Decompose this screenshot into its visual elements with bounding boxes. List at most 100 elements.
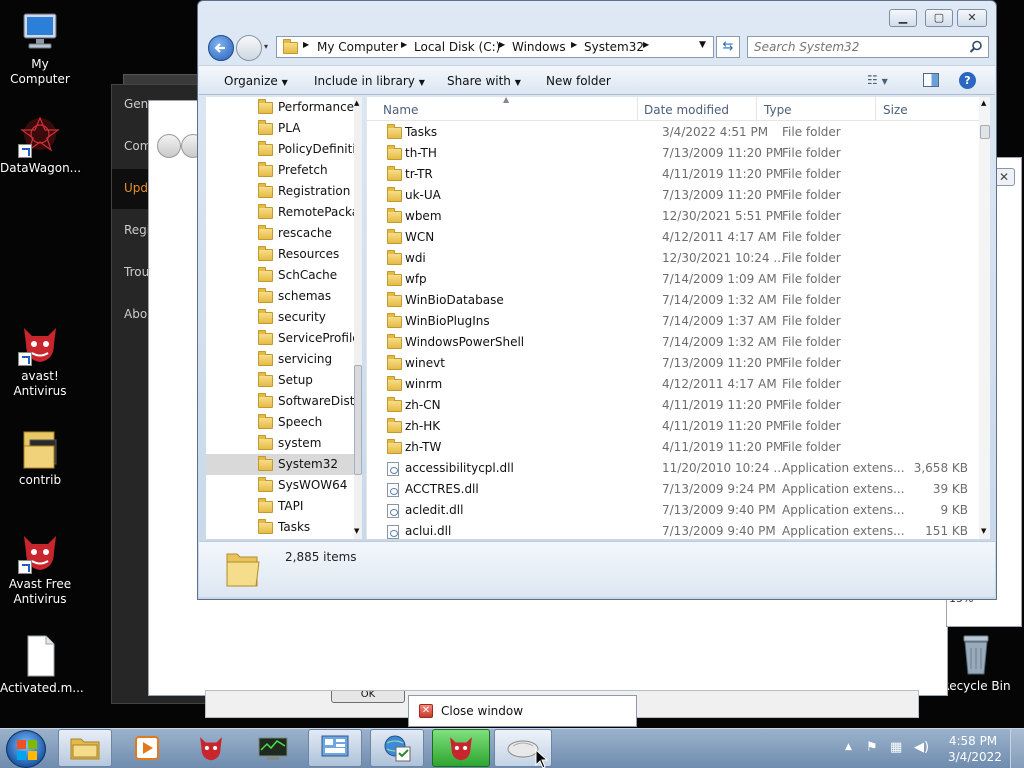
column-header-date[interactable]: Date modified — [644, 103, 729, 117]
bg-menu-item[interactable]: Regi — [124, 223, 150, 237]
tree-item[interactable]: servicing — [206, 349, 354, 370]
share-with-button[interactable]: Share with ▼ — [447, 74, 521, 88]
file-row[interactable]: winrm 4/12/2011 4:17 AM File folder — [383, 374, 990, 395]
breadcrumb-system32[interactable]: System32 — [584, 40, 644, 54]
search-input[interactable] — [754, 39, 964, 55]
file-scroll-thumb[interactable] — [980, 125, 990, 139]
network-icon[interactable]: ▦ — [890, 740, 906, 756]
refresh-button[interactable]: ⇆ — [716, 36, 740, 58]
start-button[interactable] — [6, 730, 46, 768]
file-row[interactable]: acledit.dll 7/13/2009 9:40 PM Application … — [383, 500, 990, 521]
chevron-down-icon[interactable]: ▼ — [699, 40, 706, 50]
taskbar-media-player-button[interactable] — [120, 729, 174, 767]
file-list-scrollbar[interactable]: ▲ ▼ — [979, 97, 990, 539]
scroll-up-icon[interactable]: ▲ — [981, 99, 986, 107]
taskbar-system-monitor-button[interactable] — [246, 729, 300, 767]
bg-menu-item[interactable]: Gen — [124, 97, 148, 111]
bg-menu-item[interactable]: Abo — [124, 307, 147, 321]
file-row[interactable]: wdi 12/30/2021 10:24 ... File folder — [383, 248, 990, 269]
tree-item[interactable]: rescache — [206, 223, 354, 244]
back-button[interactable] — [208, 35, 234, 61]
desktop-icon-datawagon[interactable]: DataWagon... — [0, 114, 81, 176]
tree-item[interactable]: system — [206, 433, 354, 454]
file-row[interactable]: WindowsPowerShell 7/14/2009 1:32 AM File f… — [383, 332, 990, 353]
breadcrumb-local-disk[interactable]: Local Disk (C:) — [414, 40, 500, 54]
back-nav-button[interactable] — [157, 134, 181, 158]
show-hidden-icons-icon[interactable]: ▲ — [845, 742, 852, 752]
tree-item[interactable]: Registration — [206, 181, 354, 202]
scroll-down-icon[interactable]: ▼ — [354, 527, 359, 535]
tree-item[interactable]: SysWOW64 — [206, 475, 354, 496]
taskbar-avast-active-button[interactable] — [432, 729, 490, 767]
tree-scroll-thumb[interactable] — [354, 365, 362, 475]
close-window-item[interactable]: ✕ Close window — [415, 701, 630, 721]
organize-button[interactable]: Organize ▼ — [224, 74, 288, 88]
taskbar-avast-button[interactable] — [184, 729, 238, 767]
clock[interactable]: 4:58 PM 3/4/2022 — [948, 733, 1002, 765]
file-row[interactable]: WinBioPlugIns 7/14/2009 1:37 AM File folde… — [383, 311, 990, 332]
file-row[interactable]: wbem 12/30/2021 5:51 PM File folder — [383, 206, 990, 227]
tree-item[interactable]: Prefetch — [206, 160, 354, 181]
breadcrumb-my-computer[interactable]: My Computer — [317, 40, 398, 54]
file-row[interactable]: wfp 7/14/2009 1:09 AM File folder — [383, 269, 990, 290]
address-bar[interactable]: ▶ My Computer ▶ Local Disk (C:) ▶ Window… — [276, 36, 714, 58]
navigation-pane[interactable]: Performance PLA PolicyDefiniti Prefetch Regi… — [206, 97, 362, 539]
explorer-window[interactable]: ▁ ▢ ✕ ▾ ▶ My Computer ▶ Local Disk (C:) … — [197, 0, 997, 600]
column-header-name[interactable]: Name — [383, 103, 418, 117]
file-row[interactable]: zh-CN 4/11/2019 11:20 PM File folder — [383, 395, 990, 416]
tree-item[interactable]: ServiceProfile — [206, 328, 354, 349]
file-row[interactable]: WinBioDatabase 7/14/2009 1:32 AM File fold… — [383, 290, 990, 311]
show-desktop-button[interactable] — [1010, 729, 1024, 768]
tree-scrollbar[interactable]: ▲ ▼ — [354, 97, 362, 539]
file-row[interactable]: th-TH 7/13/2009 11:20 PM File folder — [383, 143, 990, 164]
tree-item[interactable]: SoftwareDistr — [206, 391, 354, 412]
tree-item[interactable]: schemas — [206, 286, 354, 307]
file-row[interactable]: accessibilitycpl.dll 11/20/2010 10:24 ...… — [383, 458, 990, 479]
file-row[interactable]: zh-TW 4/11/2019 11:20 PM File folder — [383, 437, 990, 458]
volume-icon[interactable]: ◀) — [914, 740, 930, 756]
tree-item[interactable]: PLA — [206, 118, 354, 139]
column-header-size[interactable]: Size — [883, 103, 908, 117]
tree-item[interactable]: Tasks — [206, 517, 354, 538]
maximize-button[interactable]: ▢ — [925, 9, 953, 27]
file-row[interactable]: aclui.dll 7/13/2009 9:40 PM Application ex… — [383, 521, 990, 539]
file-list-pane[interactable]: Name ▲ Date modified Type Size Tasks 3/4/… — [366, 97, 990, 539]
tree-item[interactable]: PolicyDefiniti — [206, 139, 354, 160]
help-icon[interactable]: ? — [959, 72, 976, 89]
search-box[interactable] — [747, 36, 989, 58]
breadcrumb-windows[interactable]: Windows — [512, 40, 566, 54]
include-in-library-button[interactable]: Include in library ▼ — [314, 74, 425, 88]
desktop-icon-activated[interactable]: Activated.m... — [0, 634, 84, 696]
scroll-up-icon[interactable]: ▲ — [354, 99, 359, 107]
file-row[interactable]: Tasks 3/4/2022 4:51 PM File folder — [383, 122, 990, 143]
new-folder-button[interactable]: New folder — [546, 74, 611, 88]
tree-item[interactable]: Speech — [206, 412, 354, 433]
taskbar-control-panel-button[interactable] — [308, 729, 362, 767]
bg-menu-item[interactable]: Trou — [124, 265, 149, 279]
action-center-icon[interactable]: ⚑ — [866, 740, 882, 756]
file-row[interactable]: zh-HK 4/11/2019 11:20 PM File folder — [383, 416, 990, 437]
desktop-icon-my-computer[interactable]: My Computer — [0, 10, 80, 87]
file-row[interactable]: ACCTRES.dll 7/13/2009 9:24 PM Application … — [383, 479, 990, 500]
ok-button[interactable]: OK — [331, 691, 405, 703]
preview-pane-icon[interactable] — [923, 73, 939, 87]
close-button[interactable]: ✕ — [957, 9, 987, 27]
forward-button[interactable] — [236, 35, 262, 61]
tree-item[interactable]: Resources — [206, 244, 354, 265]
desktop-icon-contrib[interactable]: contrib — [0, 426, 80, 488]
tree-item[interactable]: RemotePacka — [206, 202, 354, 223]
desktop-icon-recycle-bin[interactable]: Recycle Bin — [936, 632, 1016, 694]
file-row[interactable]: winevt 7/13/2009 11:20 PM File folder — [383, 353, 990, 374]
file-row[interactable]: WCN 4/12/2011 4:17 AM File folder — [383, 227, 990, 248]
view-options-icon[interactable]: ☷ ▼ — [867, 73, 888, 87]
column-header-type[interactable]: Type — [764, 103, 792, 117]
desktop-icon-avast-free[interactable]: Avast Free Antivirus — [0, 530, 80, 607]
desktop-icon-avast[interactable]: avast! Antivirus — [0, 322, 80, 399]
file-row[interactable]: uk-UA 7/13/2009 11:20 PM File folder — [383, 185, 990, 206]
tree-item[interactable]: SchCache — [206, 265, 354, 286]
recent-pages-dropdown[interactable]: ▾ — [264, 42, 274, 54]
taskbar-explorer-button[interactable] — [58, 729, 112, 767]
taskbar-task-manager-button[interactable] — [370, 729, 424, 767]
tree-item[interactable]: TAPI — [206, 496, 354, 517]
file-row[interactable]: tr-TR 4/11/2019 11:20 PM File folder — [383, 164, 990, 185]
